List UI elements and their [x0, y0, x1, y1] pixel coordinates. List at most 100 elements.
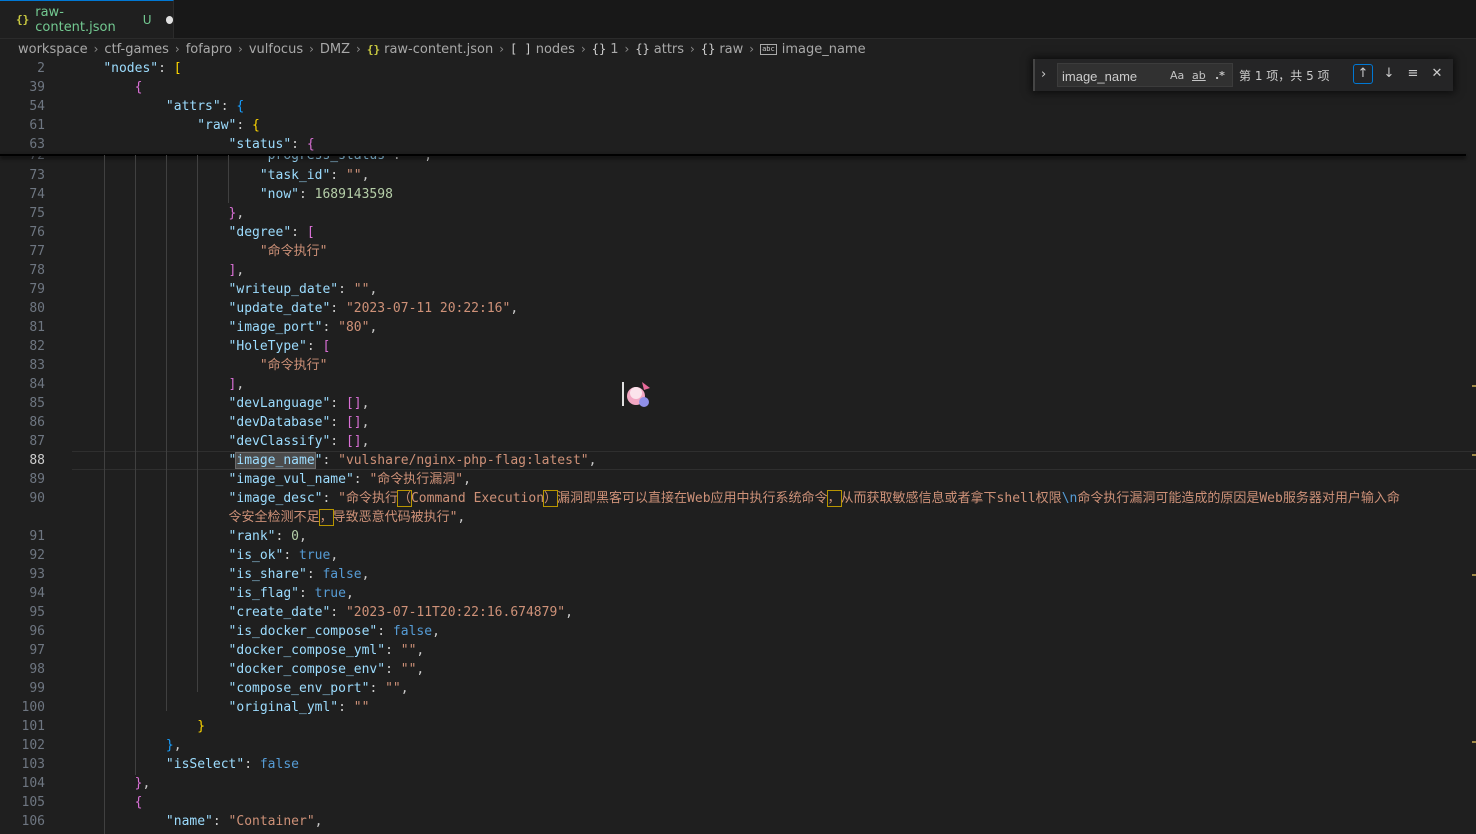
code-line[interactable]: 89 "image_vul_name": "命令执行漏洞",: [0, 470, 1476, 489]
code-token: ,: [314, 814, 323, 829]
array-symbol-icon: [ ]: [510, 42, 532, 56]
code-token: ,: [330, 548, 339, 563]
previous-match-arrow-up-icon[interactable]: ↑: [1353, 64, 1373, 84]
code-token: "image_port": [228, 320, 323, 335]
code-token: ,: [369, 282, 378, 297]
breadcrumb-item[interactable]: {} attrs: [635, 42, 684, 57]
breadcrumb-item[interactable]: {} raw: [701, 42, 743, 57]
code-line[interactable]: 95 "create_date": "2023-07-11T20:22:16.6…: [0, 603, 1476, 622]
breadcrumb-item[interactable]: fofapro: [186, 42, 232, 57]
match-case-icon[interactable]: Aa: [1170, 69, 1184, 82]
find-input[interactable]: [1058, 64, 1164, 88]
code-line[interactable]: 54 "attrs": {: [0, 97, 1476, 116]
code-text: "image_vul_name": "命令执行漏洞",: [72, 470, 471, 489]
breadcrumb-item[interactable]: ctf-games: [104, 42, 168, 57]
whole-word-icon[interactable]: ab: [1192, 69, 1206, 82]
code-line[interactable]: 79 "writeup_date": "",: [0, 280, 1476, 299]
code-line[interactable]: 61 "raw": {: [0, 116, 1476, 135]
breadcrumb-label: attrs: [653, 41, 685, 57]
line-number: 86: [29, 415, 45, 430]
code-line[interactable]: 75 },: [0, 204, 1476, 223]
tab-raw-content-json[interactable]: {} raw-content.json U: [0, 0, 174, 38]
code-line[interactable]: 97 "docker_compose_yml": "",: [0, 641, 1476, 660]
code-line[interactable]: 103 "isSelect": false: [0, 755, 1476, 774]
code-line[interactable]: 78 ],: [0, 261, 1476, 280]
code-line[interactable]: 82 "HoleType": [: [0, 337, 1476, 356]
code-line[interactable]: 令安全检测不足，导致恶意代码被执行",: [0, 508, 1476, 527]
line-number: 93: [29, 567, 45, 582]
code-line[interactable]: 87 "devClassify": [],: [0, 432, 1476, 451]
code-text: {: [72, 793, 143, 812]
code-line[interactable]: 81 "image_port": "80",: [0, 318, 1476, 337]
code-token: []: [345, 434, 362, 449]
code-text: {: [72, 78, 143, 97]
code-token: ,: [457, 510, 466, 525]
code-line[interactable]: 93 "is_share": false,: [0, 565, 1476, 584]
code-line[interactable]: 77 "命令执行": [0, 242, 1476, 261]
breadcrumb-item[interactable]: DMZ: [320, 42, 350, 57]
breadcrumb-item[interactable]: vulfocus: [249, 42, 303, 57]
next-match-arrow-down-icon[interactable]: ↓: [1379, 64, 1399, 84]
code-line[interactable]: 91 "rank": 0,: [0, 527, 1476, 546]
code-token: :: [291, 225, 307, 240]
code-token: {: [236, 99, 245, 114]
breadcrumb-item[interactable]: workspace: [18, 42, 88, 57]
code-line[interactable]: 83 "命令执行": [0, 356, 1476, 375]
code-line[interactable]: 74 "now": 1689143598: [0, 185, 1476, 204]
breadcrumb-item[interactable]: {} raw-content.json: [367, 42, 493, 57]
anime-cursor-icon: [622, 382, 650, 407]
code-text: "image_port": "80",: [72, 318, 378, 337]
code-line[interactable]: 94 "is_flag": true,: [0, 584, 1476, 603]
breadcrumb-item[interactable]: abc image_name: [760, 42, 866, 57]
code-line[interactable]: 98 "docker_compose_env": "",: [0, 660, 1476, 679]
code-line[interactable]: 100 "original_yml": "": [0, 698, 1476, 717]
code-line[interactable]: 76 "degree": [: [0, 223, 1476, 242]
code-token: ,: [345, 586, 354, 601]
code-line[interactable]: 86 "devDatabase": [],: [0, 413, 1476, 432]
line-number: 99: [29, 681, 45, 696]
code-token: :: [220, 99, 237, 114]
code-line[interactable]: 105 {: [0, 793, 1476, 812]
git-status-badge: U: [142, 12, 152, 27]
code-line[interactable]: 90 "image_desc": "命令执行（Command Execution…: [0, 489, 1476, 508]
regex-icon[interactable]: .*: [1215, 69, 1225, 82]
code-token: ,: [361, 396, 370, 411]
code-editor[interactable]: 2 "nodes": [39 {54 "attrs": {61 "raw": {…: [0, 58, 1476, 834]
code-text: "docker_compose_yml": "",: [72, 641, 425, 660]
close-find-icon[interactable]: ✕: [1427, 64, 1447, 84]
code-line[interactable]: 84 ],: [0, 375, 1476, 394]
code-text: 令安全检测不足，导致恶意代码被执行",: [72, 508, 465, 527]
code-token: "is_docker_compose": [228, 624, 378, 639]
code-line[interactable]: 88 "image_name": "vulshare/nginx-php-fla…: [0, 451, 1476, 470]
code-token: ,: [236, 263, 245, 278]
code-line[interactable]: 102 },: [0, 736, 1476, 755]
code-line[interactable]: 96 "is_docker_compose": false,: [0, 622, 1476, 641]
code-line[interactable]: 104 },: [0, 774, 1476, 793]
code-text: "HoleType": [: [72, 337, 331, 356]
code-line[interactable]: 101 }: [0, 717, 1476, 736]
breadcrumb-item[interactable]: [ ] nodes: [510, 42, 575, 57]
find-in-selection-icon[interactable]: ≡: [1403, 64, 1423, 84]
unsaved-dot-icon[interactable]: [165, 15, 173, 24]
code-token: "is_share": [228, 567, 307, 582]
code-token: "compose_env_port": [228, 681, 370, 696]
code-line[interactable]: 80 "update_date": "2023-07-11 20:22:16",: [0, 299, 1476, 318]
code-token: "is_ok": [228, 548, 284, 563]
find-input-box[interactable]: Aa ab .*: [1057, 63, 1233, 88]
code-line[interactable]: 85 "devLanguage": [],: [0, 394, 1476, 413]
code-token: :: [322, 491, 339, 506]
code-line[interactable]: 92 "is_ok": true,: [0, 546, 1476, 565]
breadcrumb-item[interactable]: {} 1: [592, 42, 619, 57]
code-line[interactable]: 63 "status": {: [0, 135, 1476, 154]
tab-filename: raw-content.json: [35, 4, 116, 35]
code-line[interactable]: 99 "compose_env_port": "",: [0, 679, 1476, 698]
code-line[interactable]: 73 "task_id": "",: [0, 166, 1476, 185]
code-token: :: [322, 320, 339, 335]
toggle-replace-chevron-icon[interactable]: ›: [1041, 67, 1046, 82]
line-number: 82: [29, 339, 45, 354]
code-line[interactable]: 106 "name": "Container",: [0, 812, 1476, 831]
